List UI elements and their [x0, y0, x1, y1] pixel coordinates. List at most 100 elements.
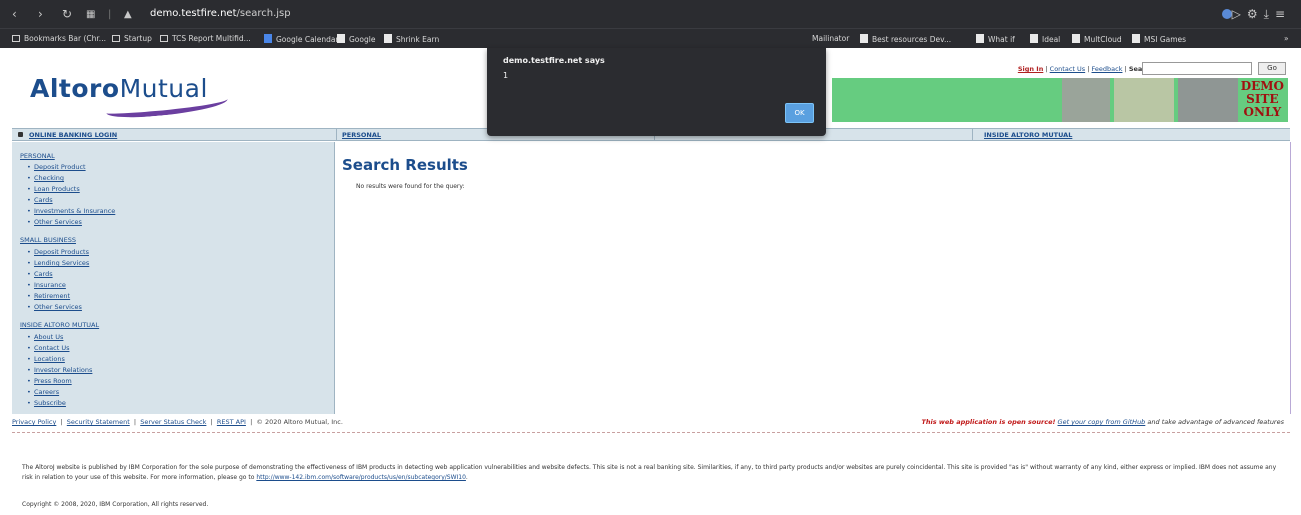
sidebar-item[interactable]: Investor Relations: [27, 366, 92, 374]
cast-icon[interactable]: ▷: [1232, 7, 1247, 21]
bookmark-label: Google: [349, 35, 376, 44]
sidebar-item[interactable]: Subscribe: [27, 399, 66, 407]
sidebar-item[interactable]: Other Services: [27, 218, 82, 226]
banner-photo: [1062, 78, 1110, 122]
sidebar-item[interactable]: Investments & Insurance: [27, 207, 115, 215]
extension-icon[interactable]: ⚙: [1247, 7, 1264, 21]
dialog-message: 1: [503, 71, 509, 80]
sidebar-item[interactable]: Cards: [27, 270, 52, 278]
toolbar-divider: |: [108, 9, 112, 20]
sidebar-item[interactable]: Contact Us: [27, 344, 69, 352]
main-content: Search Results No results were found for…: [336, 142, 1291, 414]
contact-us-link[interactable]: Contact Us: [1050, 65, 1086, 73]
bookmark-label: Bookmarks Bar (Chr...: [24, 34, 106, 43]
header-banner: DEMO SITE ONLY: [832, 78, 1288, 122]
bookmark-item[interactable]: TCS Report Multifid...: [160, 34, 251, 43]
github-link[interactable]: Get your copy from GitHub: [1058, 418, 1146, 426]
folder-icon: [12, 35, 20, 42]
bookmark-label: TCS Report Multifid...: [172, 34, 251, 43]
forward-icon[interactable]: ›: [38, 7, 43, 21]
bookmark-item[interactable]: Startup: [112, 34, 152, 43]
search-result-message: No results were found for the query:: [356, 183, 465, 190]
go-button[interactable]: Go: [1258, 62, 1286, 75]
link-separator: |: [131, 418, 141, 426]
sidebar-item[interactable]: About Us: [27, 333, 64, 341]
url-path: /search.jsp: [236, 8, 291, 19]
nav-divider: [336, 129, 337, 140]
bookmark-item[interactable]: Mailinator: [812, 34, 849, 43]
sidebar-item[interactable]: Careers: [27, 388, 59, 396]
altoro-logo[interactable]: AltoroMutual: [30, 74, 229, 121]
page-icon: [384, 34, 392, 43]
sidebar-item[interactable]: Checking: [27, 174, 64, 182]
sidebar-item[interactable]: Cards: [27, 196, 52, 204]
sidebar-item[interactable]: Insurance: [27, 281, 66, 289]
profile-icon[interactable]: [1221, 9, 1232, 19]
tab-online-banking-login[interactable]: ONLINE BANKING LOGIN: [18, 131, 117, 139]
reload-icon[interactable]: ↻: [62, 7, 72, 21]
calendar-icon: [264, 34, 272, 43]
sidebar-item[interactable]: Loan Products: [27, 185, 80, 193]
folder-icon: [112, 35, 120, 42]
back-icon[interactable]: ‹: [12, 7, 17, 21]
page-icon: [1030, 34, 1038, 43]
browser-toolbar: ‹ › ↻ ▦ | ▲ demo.testfire.net/search.jsp…: [0, 0, 1301, 28]
bookmark-label: MultCloud: [1084, 35, 1122, 44]
bookmark-item[interactable]: What if: [976, 34, 1015, 44]
bookmark-item[interactable]: Shrink Earn: [384, 34, 439, 44]
server-status-link[interactable]: Server Status Check: [140, 418, 206, 426]
sidebar-item[interactable]: Locations: [27, 355, 65, 363]
bookmark-label: MSI Games: [1144, 35, 1187, 44]
sidebar-item[interactable]: Lending Services: [27, 259, 89, 267]
demo-line: ONLY: [1243, 105, 1282, 119]
nav-divider: [972, 129, 973, 140]
ibm-link[interactable]: http://www-142.ibm.com/software/products…: [256, 474, 466, 481]
feedback-link[interactable]: Feedback: [1092, 65, 1123, 73]
tab-inside-altoro[interactable]: INSIDE ALTORO MUTUAL: [984, 131, 1072, 139]
more-bookmarks-icon[interactable]: »: [1284, 34, 1289, 43]
bookmark-item[interactable]: Google: [337, 34, 375, 44]
sidebar: PERSONAL Deposit Product Checking Loan P…: [12, 142, 335, 414]
sidebar-item[interactable]: Other Services: [27, 303, 82, 311]
address-bar[interactable]: demo.testfire.net/search.jsp: [150, 8, 291, 19]
tab-personal[interactable]: PERSONAL: [342, 131, 381, 139]
open-source-note: This web application is open source! Get…: [921, 418, 1284, 426]
security-statement-link[interactable]: Security Statement: [67, 418, 130, 426]
sidebar-item[interactable]: Deposit Products: [27, 248, 89, 256]
sidebar-category-small-business[interactable]: SMALL BUSINESS: [20, 236, 76, 244]
bookmark-label: Startup: [124, 34, 152, 43]
top-links: Sign In | Contact Us | Feedback | Search: [1018, 65, 1154, 73]
warning-icon[interactable]: ▲: [124, 8, 132, 22]
sidebar-item[interactable]: Retirement: [27, 292, 70, 300]
bookmark-item[interactable]: Ideal: [1030, 34, 1060, 44]
sign-in-link[interactable]: Sign In: [1018, 65, 1044, 73]
bookmark-item[interactable]: MultCloud: [1072, 34, 1122, 44]
link-separator: |: [208, 418, 217, 426]
rest-api-link[interactable]: REST API: [217, 418, 246, 426]
bookmark-label: Ideal: [1042, 35, 1061, 44]
bookmark-item[interactable]: MSI Games: [1132, 34, 1186, 44]
page-icon: [976, 34, 984, 43]
search-input[interactable]: [1142, 62, 1252, 75]
link-separator: |: [58, 418, 67, 426]
bookmark-item[interactable]: Best resources Dev...: [860, 34, 951, 44]
ok-button[interactable]: OK: [785, 103, 814, 123]
menu-icon[interactable]: ≡: [1275, 7, 1291, 21]
privacy-policy-link[interactable]: Privacy Policy: [12, 418, 56, 426]
sidebar-category-inside-altoro[interactable]: INSIDE ALTORO MUTUAL: [20, 321, 99, 329]
bookmark-label: Mailinator: [812, 34, 850, 43]
apps-grid-icon[interactable]: ▦: [86, 8, 95, 22]
page-icon: [337, 34, 345, 43]
banner-photo: [1114, 78, 1174, 122]
sidebar-category-personal[interactable]: PERSONAL: [20, 152, 55, 160]
sidebar-item[interactable]: Deposit Product: [27, 163, 86, 171]
browser-actions: ▷⚙⤓≡: [1221, 7, 1291, 22]
page-icon: [1072, 34, 1080, 43]
bookmark-label: What if: [988, 35, 1015, 44]
logo-bold-text: Altoro: [30, 74, 120, 103]
open-source-text: This web application is open source!: [921, 418, 1056, 426]
sidebar-item[interactable]: Press Room: [27, 377, 72, 385]
bookmark-item[interactable]: Bookmarks Bar (Chr...: [12, 34, 106, 43]
download-icon[interactable]: ⤓: [1264, 7, 1275, 21]
bookmark-item[interactable]: Google Calendar: [264, 34, 339, 44]
